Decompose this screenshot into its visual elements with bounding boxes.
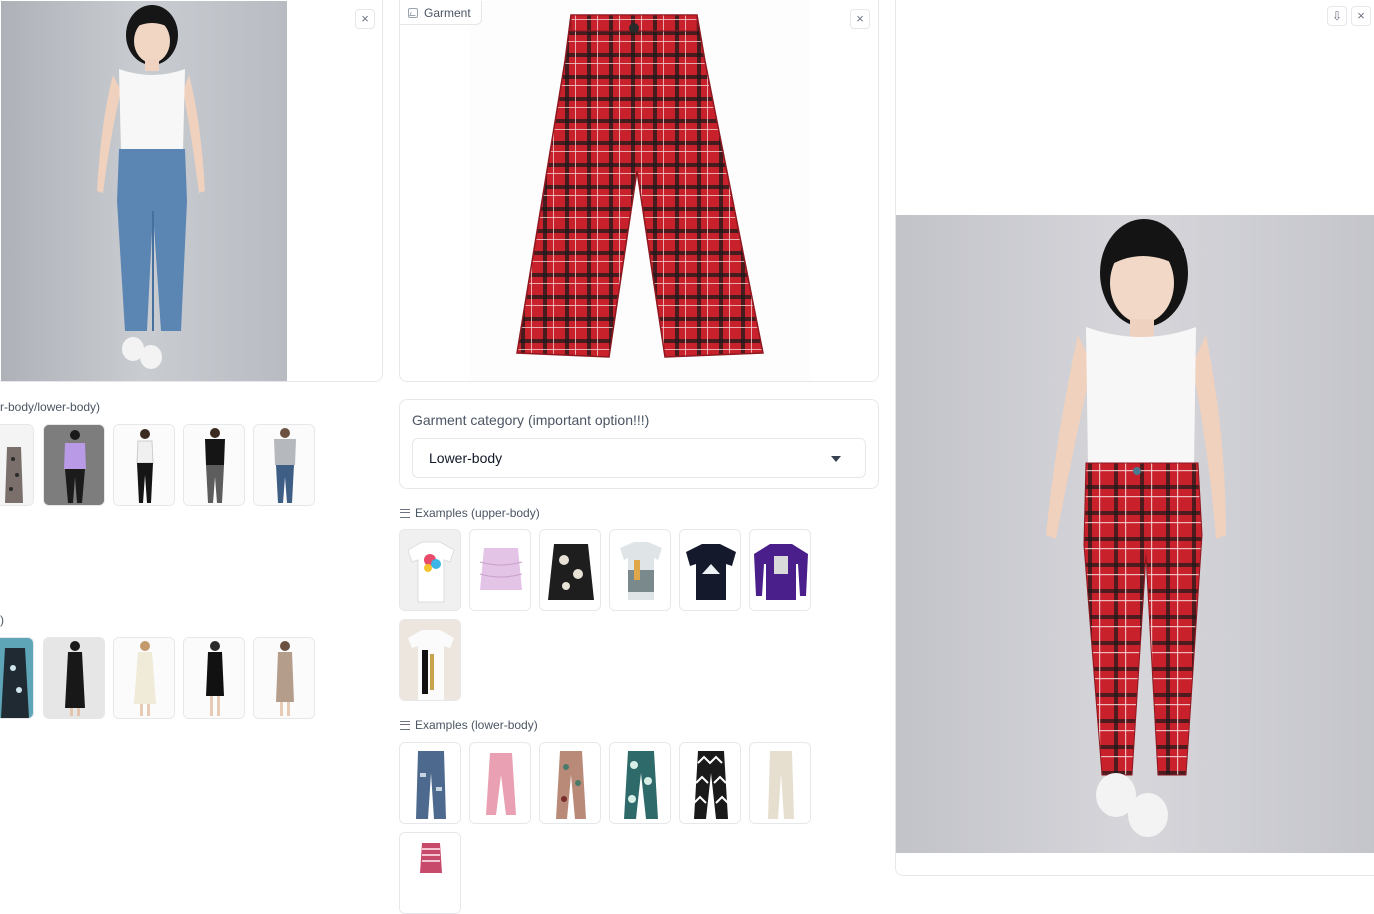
example-thumb[interactable] xyxy=(399,832,461,914)
example-image xyxy=(610,530,670,610)
person-image-panel[interactable]: × xyxy=(0,0,383,382)
example-thumb[interactable] xyxy=(399,619,461,701)
example-thumb[interactable] xyxy=(253,637,315,719)
example-image xyxy=(114,425,174,505)
garment-image xyxy=(469,1,810,381)
example-thumb[interactable] xyxy=(113,424,175,506)
garment-image-panel[interactable]: Garment × xyxy=(399,0,879,382)
garment-category-value: Lower-body xyxy=(429,450,503,466)
example-thumb[interactable] xyxy=(113,637,175,719)
example-thumb[interactable] xyxy=(469,529,531,611)
example-image xyxy=(400,833,460,913)
example-image xyxy=(400,620,460,700)
example-image xyxy=(470,743,530,823)
person-image xyxy=(1,1,287,381)
example-thumb[interactable] xyxy=(679,529,741,611)
example-thumb[interactable] xyxy=(0,637,34,719)
example-thumb[interactable] xyxy=(749,742,811,824)
garment-chip-label: Garment xyxy=(424,5,471,20)
example-image xyxy=(114,638,174,718)
example-thumb[interactable] xyxy=(399,742,461,824)
example-thumb[interactable] xyxy=(749,529,811,611)
person-close-button[interactable]: × xyxy=(355,9,375,29)
example-thumb[interactable] xyxy=(183,424,245,506)
example-image xyxy=(254,425,314,505)
example-thumb[interactable] xyxy=(539,529,601,611)
example-image xyxy=(400,743,460,823)
chevron-down-icon xyxy=(831,456,841,462)
example-image xyxy=(540,743,600,823)
example-image xyxy=(680,743,740,823)
examples-lower-body-label: Examples (lower-body) xyxy=(400,718,538,732)
example-thumb[interactable] xyxy=(43,637,105,719)
example-image xyxy=(400,530,460,610)
example-image xyxy=(750,530,810,610)
example-thumb[interactable] xyxy=(43,424,105,506)
example-image xyxy=(0,425,33,505)
download-button[interactable]: ⇩ xyxy=(1327,6,1347,26)
example-thumb[interactable] xyxy=(253,424,315,506)
example-image xyxy=(254,638,314,718)
example-image xyxy=(540,530,600,610)
garment-category-label: Garment category (important option!!!) xyxy=(412,412,650,428)
example-image xyxy=(44,638,104,718)
result-close-button[interactable]: × xyxy=(1351,6,1371,26)
example-thumb[interactable] xyxy=(0,424,34,506)
garment-category-dropdown[interactable]: Lower-body xyxy=(412,438,866,478)
example-image xyxy=(680,530,740,610)
examples-upper-body-label: Examples (upper-body) xyxy=(400,506,540,520)
example-thumb[interactable] xyxy=(609,742,671,824)
example-thumb[interactable] xyxy=(399,529,461,611)
examples-upper-lower-label: r-body/lower-body) xyxy=(0,400,101,414)
garment-category-field: Garment category (important option!!!) L… xyxy=(399,399,879,489)
image-icon xyxy=(408,7,418,18)
example-image xyxy=(750,743,810,823)
result-image-panel[interactable]: ⇩ × xyxy=(895,0,1374,876)
examples-upper-body-text: Examples (upper-body) xyxy=(415,506,540,520)
example-thumb[interactable] xyxy=(469,742,531,824)
garment-chip: Garment xyxy=(400,1,482,25)
example-image xyxy=(184,425,244,505)
examples-lower-body-text: Examples (lower-body) xyxy=(415,718,538,732)
example-image xyxy=(184,638,244,718)
list-icon xyxy=(400,720,410,730)
result-image xyxy=(896,215,1374,853)
example-thumb[interactable] xyxy=(679,742,741,824)
example-thumb[interactable] xyxy=(539,742,601,824)
list-icon xyxy=(400,508,410,518)
examples-dresses-label: ) xyxy=(0,613,4,627)
garment-close-button[interactable]: × xyxy=(850,9,870,29)
example-image xyxy=(44,425,104,505)
example-image xyxy=(610,743,670,823)
example-image xyxy=(470,530,530,610)
example-thumb[interactable] xyxy=(609,529,671,611)
example-thumb[interactable] xyxy=(183,637,245,719)
example-image xyxy=(0,638,33,718)
